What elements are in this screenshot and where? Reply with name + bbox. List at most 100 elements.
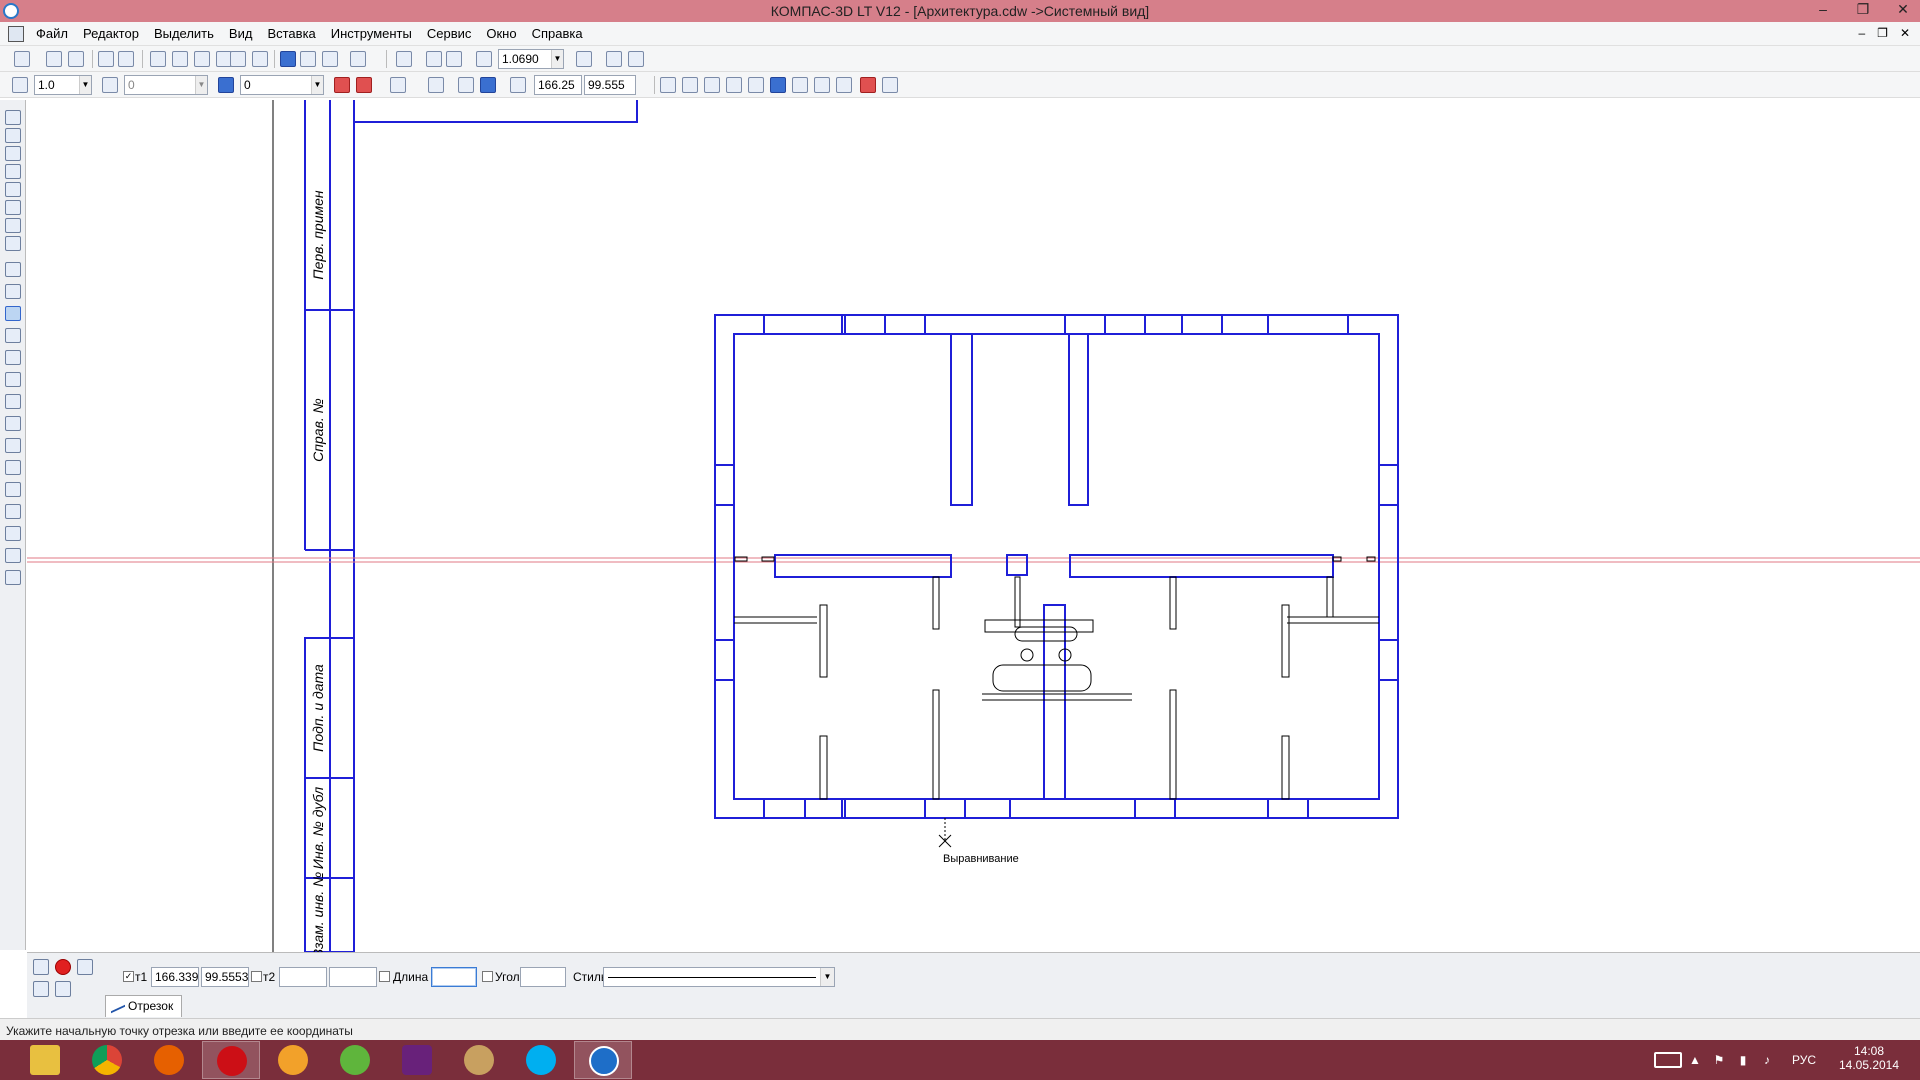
polyline-icon[interactable] — [5, 394, 21, 409]
snap-normal-icon[interactable] — [814, 77, 830, 93]
style-icon[interactable] — [102, 77, 118, 93]
coord-y-field[interactable]: 99.555 — [584, 75, 636, 95]
cursor-params-icon[interactable] — [480, 77, 496, 93]
snap-midpoint-icon[interactable] — [704, 77, 720, 93]
step-combo[interactable]: 1.0 ▼ — [34, 75, 92, 95]
enter-icon[interactable] — [33, 959, 49, 975]
kompas-icon[interactable] — [574, 1041, 632, 1079]
network-icon[interactable]: ▮ — [1736, 1053, 1750, 1067]
opera-icon[interactable] — [202, 1041, 260, 1079]
help-icon[interactable] — [55, 981, 71, 997]
utorrent-icon[interactable] — [326, 1041, 384, 1079]
p1-y-field[interactable]: 99.5553 — [201, 967, 249, 987]
new-file-icon[interactable] — [14, 51, 30, 67]
length-field[interactable] — [431, 967, 477, 987]
circle-icon[interactable] — [5, 328, 21, 343]
stop-icon[interactable] — [55, 959, 71, 975]
doc-restore-icon[interactable]: ❐ — [1877, 26, 1888, 40]
volume-icon[interactable]: ♪ — [1760, 1053, 1774, 1067]
notation-icon[interactable] — [5, 146, 21, 161]
minimize-icon[interactable]: – — [1812, 1, 1834, 18]
undo-icon[interactable] — [280, 51, 296, 67]
library-icon[interactable] — [252, 51, 268, 67]
zoom-in-icon[interactable] — [426, 51, 442, 67]
zoom-scale-icon[interactable] — [476, 51, 492, 67]
chevron-down-icon[interactable]: ▼ — [79, 76, 91, 94]
p2-x-field[interactable] — [279, 967, 327, 987]
tray-arrow-icon[interactable]: ▲ — [1688, 1053, 1702, 1067]
cursor-coords-icon[interactable] — [510, 77, 526, 93]
angle-field[interactable] — [520, 967, 566, 987]
restore-icon[interactable]: ❐ — [1852, 1, 1874, 18]
print-icon[interactable] — [118, 51, 134, 67]
clock[interactable]: 14:08 14.05.2014 — [1834, 1044, 1904, 1072]
winamp-icon[interactable] — [264, 1041, 322, 1079]
contour-icon[interactable] — [5, 570, 21, 585]
snap-intersection-icon[interactable] — [682, 77, 698, 93]
doc-close-icon[interactable]: ✕ — [1900, 26, 1910, 40]
equidistant-icon[interactable] — [5, 416, 21, 431]
layer-combo[interactable]: 0 ▼ — [240, 75, 324, 95]
hatch-icon[interactable] — [5, 526, 21, 541]
p2-y-field[interactable] — [329, 967, 377, 987]
snap-center-icon[interactable] — [726, 77, 742, 93]
rebuild-icon[interactable] — [628, 51, 644, 67]
measure-icon[interactable] — [5, 200, 21, 215]
p1-x-field[interactable]: 166.3398 — [151, 967, 199, 987]
open-file-icon[interactable] — [46, 51, 62, 67]
chevron-down-icon[interactable]: ▼ — [311, 76, 323, 94]
arc-icon[interactable] — [5, 350, 21, 365]
close-icon[interactable]: ✕ — [1892, 1, 1914, 18]
firefox-icon[interactable] — [140, 1041, 198, 1079]
spline-icon[interactable] — [5, 438, 21, 453]
menu-service[interactable]: Сервис — [427, 26, 472, 41]
p2-checkbox[interactable] — [251, 971, 262, 982]
copy-icon[interactable] — [172, 51, 188, 67]
chevron-down-icon[interactable]: ▼ — [820, 968, 834, 986]
point-icon[interactable] — [5, 262, 21, 277]
dimensions-icon[interactable] — [5, 128, 21, 143]
snap-grid-icon[interactable] — [882, 77, 898, 93]
menu-file[interactable]: Файл — [36, 26, 68, 41]
angle-checkbox[interactable] — [482, 971, 493, 982]
aux-line-icon[interactable] — [5, 284, 21, 299]
ortho-icon[interactable] — [458, 77, 474, 93]
keyboard-icon[interactable] — [1654, 1052, 1682, 1068]
p1-checkbox[interactable]: ✓ — [123, 971, 134, 982]
help-pointer-icon[interactable] — [350, 51, 366, 67]
refresh-icon[interactable] — [606, 51, 622, 67]
zoom-out-icon[interactable] — [446, 51, 462, 67]
redo-icon[interactable] — [300, 51, 316, 67]
segment-icon[interactable] — [5, 306, 21, 321]
pan-icon[interactable] — [576, 51, 592, 67]
grid-step-icon[interactable] — [12, 77, 28, 93]
menu-tools[interactable]: Инструменты — [331, 26, 412, 41]
zoom-window-icon[interactable] — [396, 51, 412, 67]
print-preview-icon[interactable] — [98, 51, 114, 67]
menu-view[interactable]: Вид — [229, 26, 253, 41]
snap-off-icon[interactable] — [860, 77, 876, 93]
skype-icon[interactable] — [512, 1041, 570, 1079]
parametrization-icon[interactable] — [5, 182, 21, 197]
snap-angle-icon[interactable] — [836, 77, 852, 93]
line-style-combo[interactable]: ▼ — [603, 967, 835, 987]
chevron-down-icon[interactable]: ▼ — [195, 76, 207, 94]
auto-icon[interactable] — [77, 959, 93, 975]
dvd-icon[interactable] — [450, 1041, 508, 1079]
chrome-icon[interactable] — [78, 1041, 136, 1079]
spec-icon[interactable] — [5, 236, 21, 251]
menu-select[interactable]: Выделить — [154, 26, 214, 41]
coord-x-field[interactable]: 166.25 — [534, 75, 582, 95]
fill-icon[interactable] — [5, 548, 21, 563]
floor-plan-drawing[interactable]: Перв. примен Справ. № Подп. и дата Инв. … — [27, 100, 1920, 952]
menu-help[interactable]: Справка — [532, 26, 583, 41]
ellipse-icon[interactable] — [5, 372, 21, 387]
file-explorer-icon[interactable] — [16, 1041, 74, 1079]
menu-insert[interactable]: Вставка — [267, 26, 315, 41]
menu-window[interactable]: Окно — [486, 26, 516, 41]
snap-settings-icon[interactable] — [356, 77, 372, 93]
visual-studio-icon[interactable] — [388, 1041, 446, 1079]
fx-variables-icon[interactable] — [322, 51, 338, 67]
camera-icon[interactable] — [33, 981, 49, 997]
fillet-icon[interactable] — [5, 482, 21, 497]
